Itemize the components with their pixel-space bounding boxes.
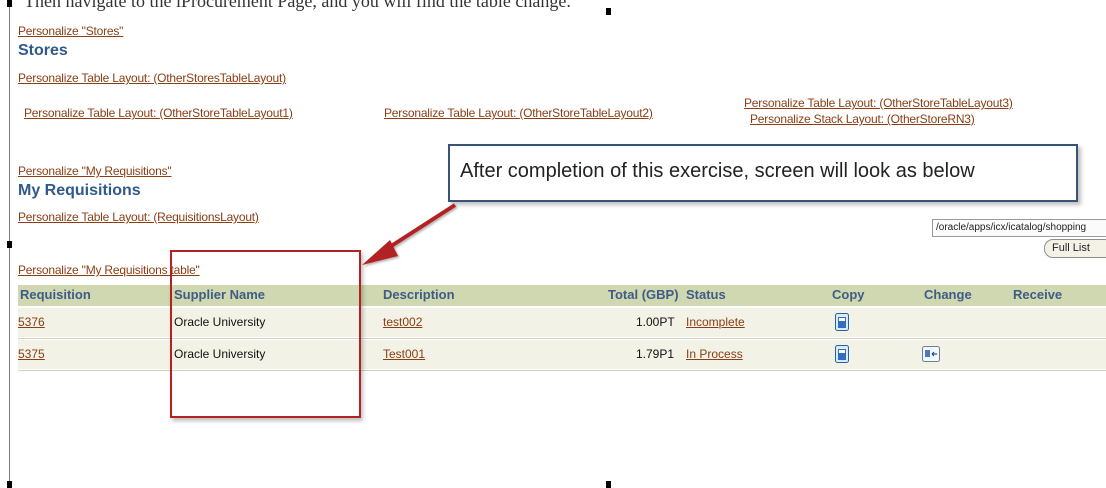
total-cell: 1.00PT	[636, 315, 675, 329]
callout-text: After completion of this exercise, scree…	[460, 160, 975, 182]
page-path-box: /oracle/apps/icx/icatalog/shopping	[932, 219, 1106, 237]
col-change: Change	[924, 287, 972, 302]
col-total[interactable]: Total (GBP)	[608, 287, 679, 302]
store-stack-layout-link[interactable]: Personalize Stack Layout: (OtherStoreRN3…	[750, 112, 975, 126]
store-table-layout-1-link[interactable]: Personalize Table Layout: (OtherStoreTab…	[24, 106, 293, 120]
col-description[interactable]: Description	[383, 287, 455, 302]
selection-handle-bottom-mid	[606, 481, 611, 488]
requisitions-table-layout-link[interactable]: Personalize Table Layout: (RequisitionsL…	[18, 210, 259, 224]
store-table-layout-3-link[interactable]: Personalize Table Layout: (OtherStoreTab…	[744, 96, 1013, 110]
partial-heading-text: Then navigate to the iProcurement Page, …	[24, 0, 571, 11]
full-list-button[interactable]: Full List	[1044, 239, 1106, 258]
copy-icon[interactable]	[835, 345, 849, 368]
selection-handle-top-mid	[606, 8, 611, 15]
change-icon[interactable]	[922, 346, 940, 367]
instruction-callout: After completion of this exercise, scree…	[448, 144, 1078, 202]
col-copy: Copy	[832, 287, 865, 302]
description-link[interactable]: Test001	[383, 347, 425, 361]
selection-handle-mid-left	[7, 241, 12, 248]
requisition-number-link[interactable]: 5376	[18, 315, 45, 329]
col-status: Status	[686, 287, 726, 302]
store-table-layout-2-link[interactable]: Personalize Table Layout: (OtherStoreTab…	[384, 106, 653, 120]
personalize-stores-link[interactable]: Personalize "Stores"	[18, 24, 123, 38]
personalize-requisitions-link[interactable]: Personalize "My Requisitions"	[18, 164, 172, 178]
description-link[interactable]: test002	[383, 315, 422, 329]
status-link[interactable]: Incomplete	[686, 315, 745, 329]
requisition-number-link[interactable]: 5375	[18, 347, 45, 361]
stores-table-layout-link[interactable]: Personalize Table Layout: (OtherStoresTa…	[18, 71, 286, 85]
stores-title: Stores	[18, 42, 68, 59]
copy-icon[interactable]	[835, 313, 849, 336]
col-receive: Receive	[1013, 287, 1063, 302]
col-requisition[interactable]: Requisition	[20, 287, 91, 302]
total-cell: 1.79P1	[636, 347, 675, 361]
supplier-highlight-box	[170, 250, 361, 418]
selection-handle-bottom-left	[7, 481, 12, 488]
status-link[interactable]: In Process	[686, 347, 743, 361]
my-requisitions-title: My Requisitions	[18, 182, 141, 199]
selection-handle-top-left	[7, 0, 12, 7]
